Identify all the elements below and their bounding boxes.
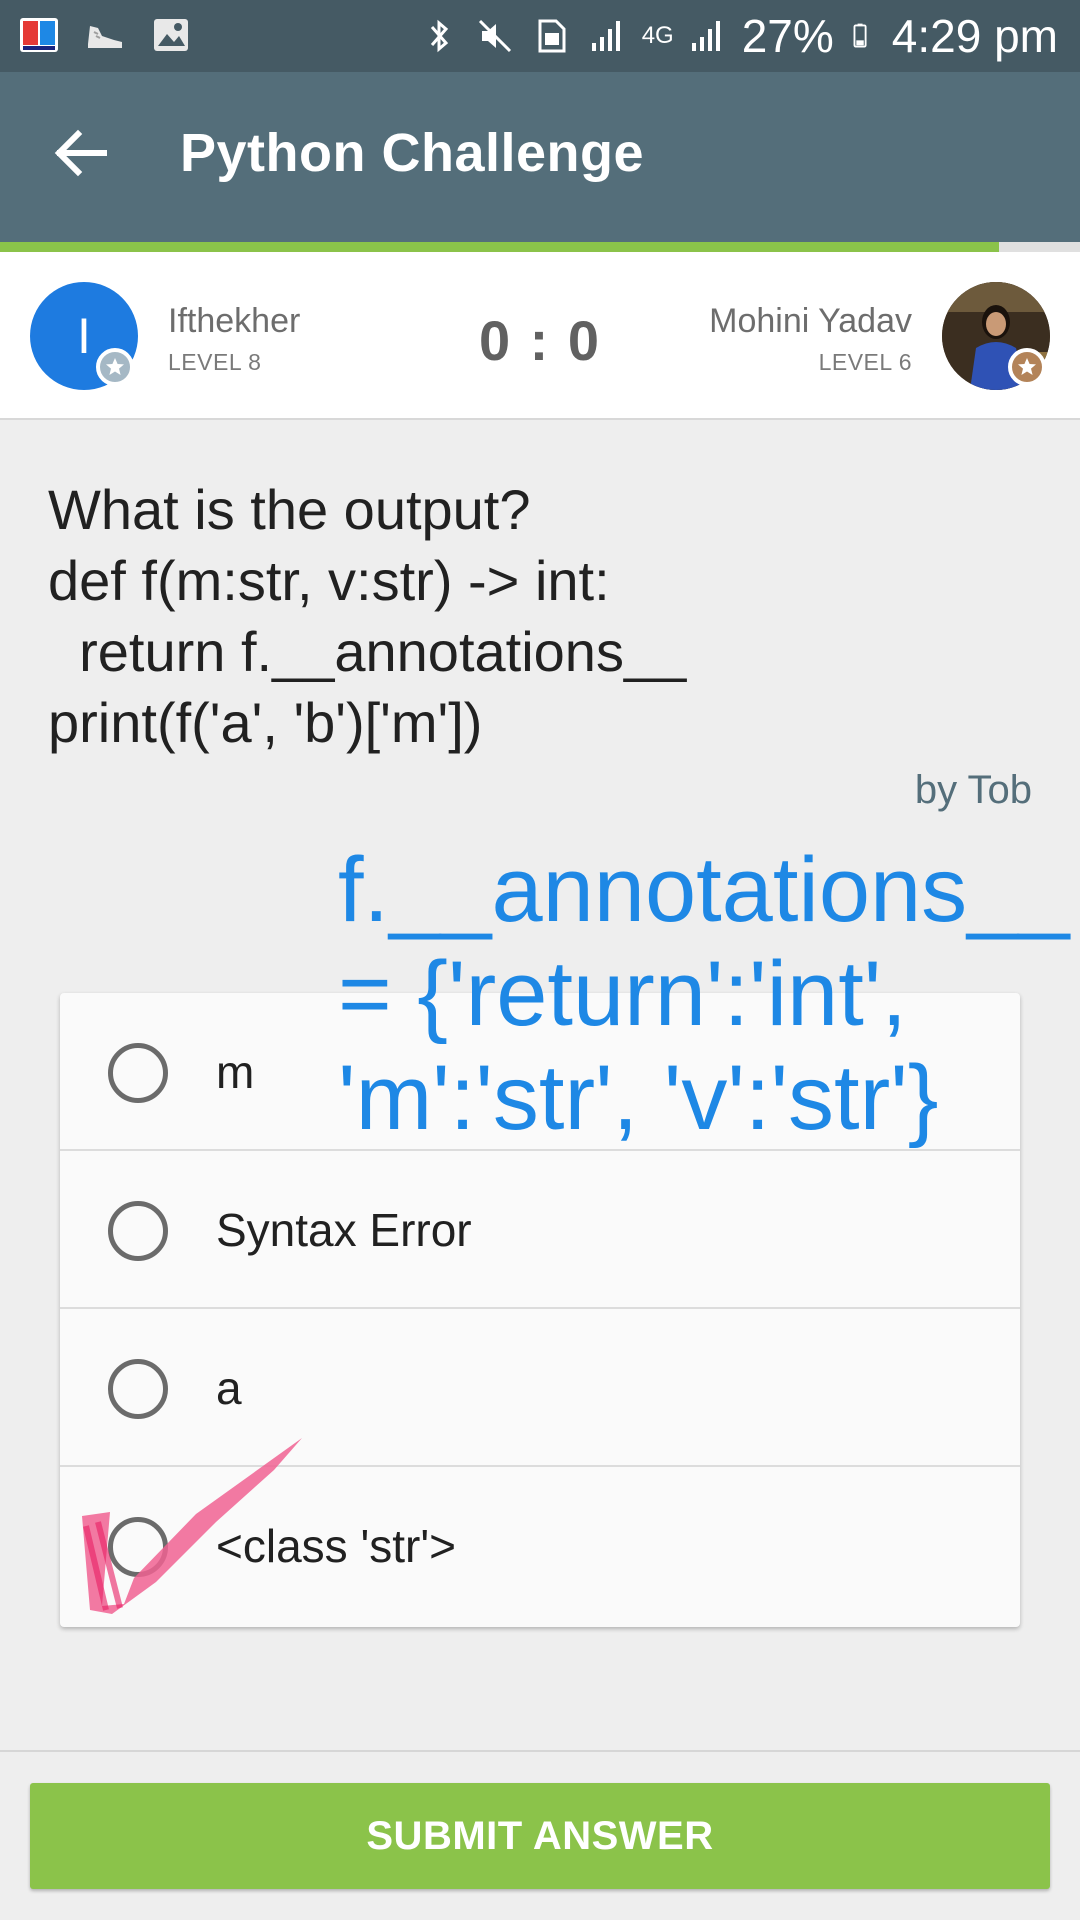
divider bbox=[0, 1750, 1080, 1752]
clock: 4:29 pm bbox=[891, 10, 1058, 62]
image-icon bbox=[154, 19, 188, 51]
players-bar: I Ifthekher LEVEL 8 0 : 0 Mohini Yadav L… bbox=[0, 252, 1080, 420]
arrow-back-icon[interactable] bbox=[50, 122, 112, 184]
battery-icon bbox=[853, 23, 867, 48]
round-progress-fill bbox=[0, 242, 999, 252]
player-name-left: Ifthekher bbox=[168, 302, 301, 340]
answer-option[interactable]: Syntax Error bbox=[60, 1151, 1020, 1309]
submit-answer-button[interactable]: SUBMIT ANSWER bbox=[30, 1783, 1050, 1889]
question-author: by Tob bbox=[914, 768, 1032, 812]
option-label: Syntax Error bbox=[216, 1204, 472, 1256]
option-label: m bbox=[216, 1046, 255, 1098]
shoe-icon bbox=[88, 26, 122, 48]
dictionary-app-icon bbox=[20, 18, 58, 52]
radio-button[interactable] bbox=[108, 1359, 168, 1419]
player-level-left: LEVEL 8 bbox=[168, 349, 262, 375]
score: 0 : 0 bbox=[478, 309, 602, 372]
level-badge-right bbox=[1008, 348, 1046, 386]
app-bar: Python Challenge bbox=[0, 72, 1080, 242]
level-badge-left bbox=[96, 348, 134, 386]
status-bar: 4G 27% 4:29 pm bbox=[0, 0, 1080, 72]
star-icon bbox=[106, 358, 124, 375]
network-type-label: 4G bbox=[641, 22, 674, 49]
battery-percent: 27% bbox=[741, 10, 834, 62]
page-title: Python Challenge bbox=[180, 123, 645, 183]
radio-button[interactable] bbox=[108, 1201, 168, 1261]
bluetooth-icon bbox=[430, 19, 448, 53]
mute-icon bbox=[478, 19, 511, 53]
signal-icon bbox=[691, 21, 720, 51]
sim-icon bbox=[538, 19, 566, 53]
handwritten-annotation: f.__annotations__ = {'return':'int', 'm'… bbox=[338, 839, 1070, 1149]
round-progress-bar bbox=[0, 242, 1080, 252]
radio-button[interactable] bbox=[108, 1043, 168, 1103]
question-text: What is the output? def f(m:str, v:str) … bbox=[48, 478, 687, 754]
star-icon bbox=[1018, 358, 1036, 375]
signal-icon bbox=[591, 21, 620, 51]
option-label: a bbox=[216, 1362, 242, 1414]
player-name-right: Mohini Yadav bbox=[709, 302, 912, 340]
player-level-right: LEVEL 6 bbox=[818, 349, 912, 375]
checkmark-icon bbox=[82, 1438, 302, 1614]
